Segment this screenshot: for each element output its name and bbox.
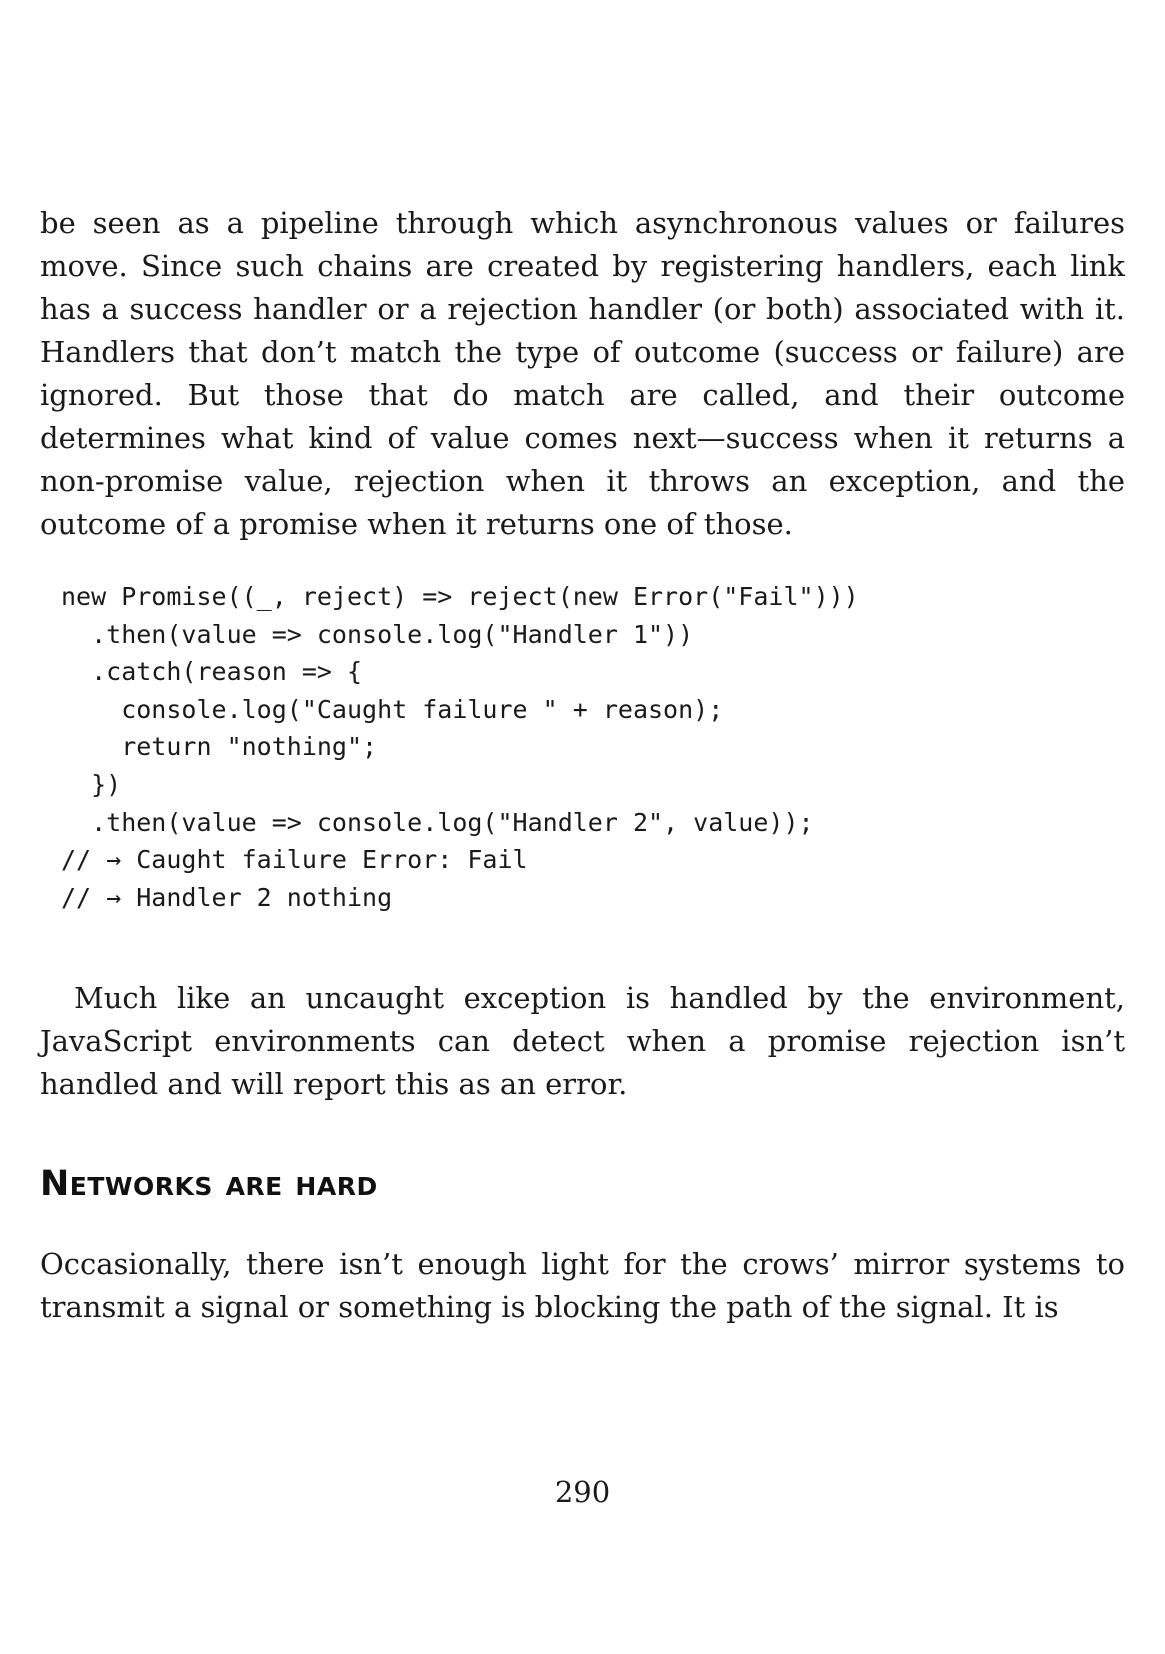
code-line-9: // → Handler 2 nothing bbox=[61, 882, 393, 912]
code-line-1: new Promise((_, reject) => reject(new Er… bbox=[61, 582, 859, 611]
code-line-3: .catch(reason => { bbox=[61, 657, 363, 687]
code-line-2: .then(value => console.log("Handler 1")) bbox=[61, 619, 694, 649]
body-paragraph-networks: Occasionally, there isn’t enough light f… bbox=[40, 1247, 1125, 1324]
code-line-5: return "nothing"; bbox=[61, 732, 378, 762]
code-listing: new Promise((_, reject) => reject(new Er… bbox=[61, 578, 859, 916]
book-page: be seen as a pipeline through which asyn… bbox=[40, 0, 1125, 1654]
code-line-6: }) bbox=[61, 769, 122, 799]
code-line-4: console.log("Caught failure " + reason); bbox=[61, 694, 724, 724]
body-paragraph-unhandled-rejection: Much like an uncaught exception is handl… bbox=[40, 981, 1125, 1101]
section-heading: Networks are hard bbox=[40, 1164, 378, 1204]
page-number: 290 bbox=[554, 1475, 611, 1509]
code-line-8: // → Caught failure Error: Fail bbox=[61, 845, 528, 875]
body-paragraph-promise-chains: be seen as a pipeline through which asyn… bbox=[40, 206, 1125, 541]
code-line-7: .then(value => console.log("Handler 2", … bbox=[61, 807, 814, 837]
